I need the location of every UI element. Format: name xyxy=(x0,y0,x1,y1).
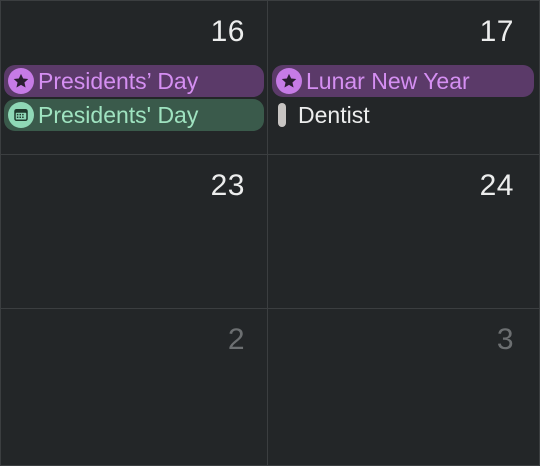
event-list: Presidents’ Day Presidents' Day xyxy=(4,65,264,133)
month-grid: 16 Presidents’ Day Presidents' Day 17 Lu… xyxy=(0,0,540,466)
event-title: Lunar New Year xyxy=(306,67,470,94)
day-cell-3[interactable]: 3 xyxy=(268,309,540,466)
event-presidents-day-holiday[interactable]: Presidents’ Day xyxy=(4,65,264,97)
star-icon xyxy=(8,68,34,94)
day-cell-23[interactable]: 23 xyxy=(0,155,268,309)
day-cell-16[interactable]: 16 Presidents’ Day Presidents' Day xyxy=(0,1,268,155)
event-lunar-new-year[interactable]: Lunar New Year xyxy=(272,65,534,97)
day-cell-24[interactable]: 24 xyxy=(268,155,540,309)
event-dentist[interactable]: Dentist xyxy=(272,99,534,131)
day-number: 3 xyxy=(496,323,514,356)
day-number: 17 xyxy=(479,15,514,48)
star-icon xyxy=(276,68,302,94)
event-bar xyxy=(278,103,286,127)
day-number: 23 xyxy=(210,169,245,202)
day-cell-17[interactable]: 17 Lunar New Year Dentist xyxy=(268,1,540,155)
event-presidents-day-calendar[interactable]: Presidents' Day xyxy=(4,99,264,131)
event-list: Lunar New Year Dentist xyxy=(272,65,534,133)
day-number: 2 xyxy=(227,323,245,356)
event-title: Dentist xyxy=(298,101,370,128)
day-number: 16 xyxy=(210,15,245,48)
calendar-icon xyxy=(8,102,34,128)
event-title: Presidents’ Day xyxy=(38,67,199,94)
day-cell-2[interactable]: 2 xyxy=(0,309,268,466)
day-number: 24 xyxy=(479,169,514,202)
event-title: Presidents' Day xyxy=(38,101,199,128)
